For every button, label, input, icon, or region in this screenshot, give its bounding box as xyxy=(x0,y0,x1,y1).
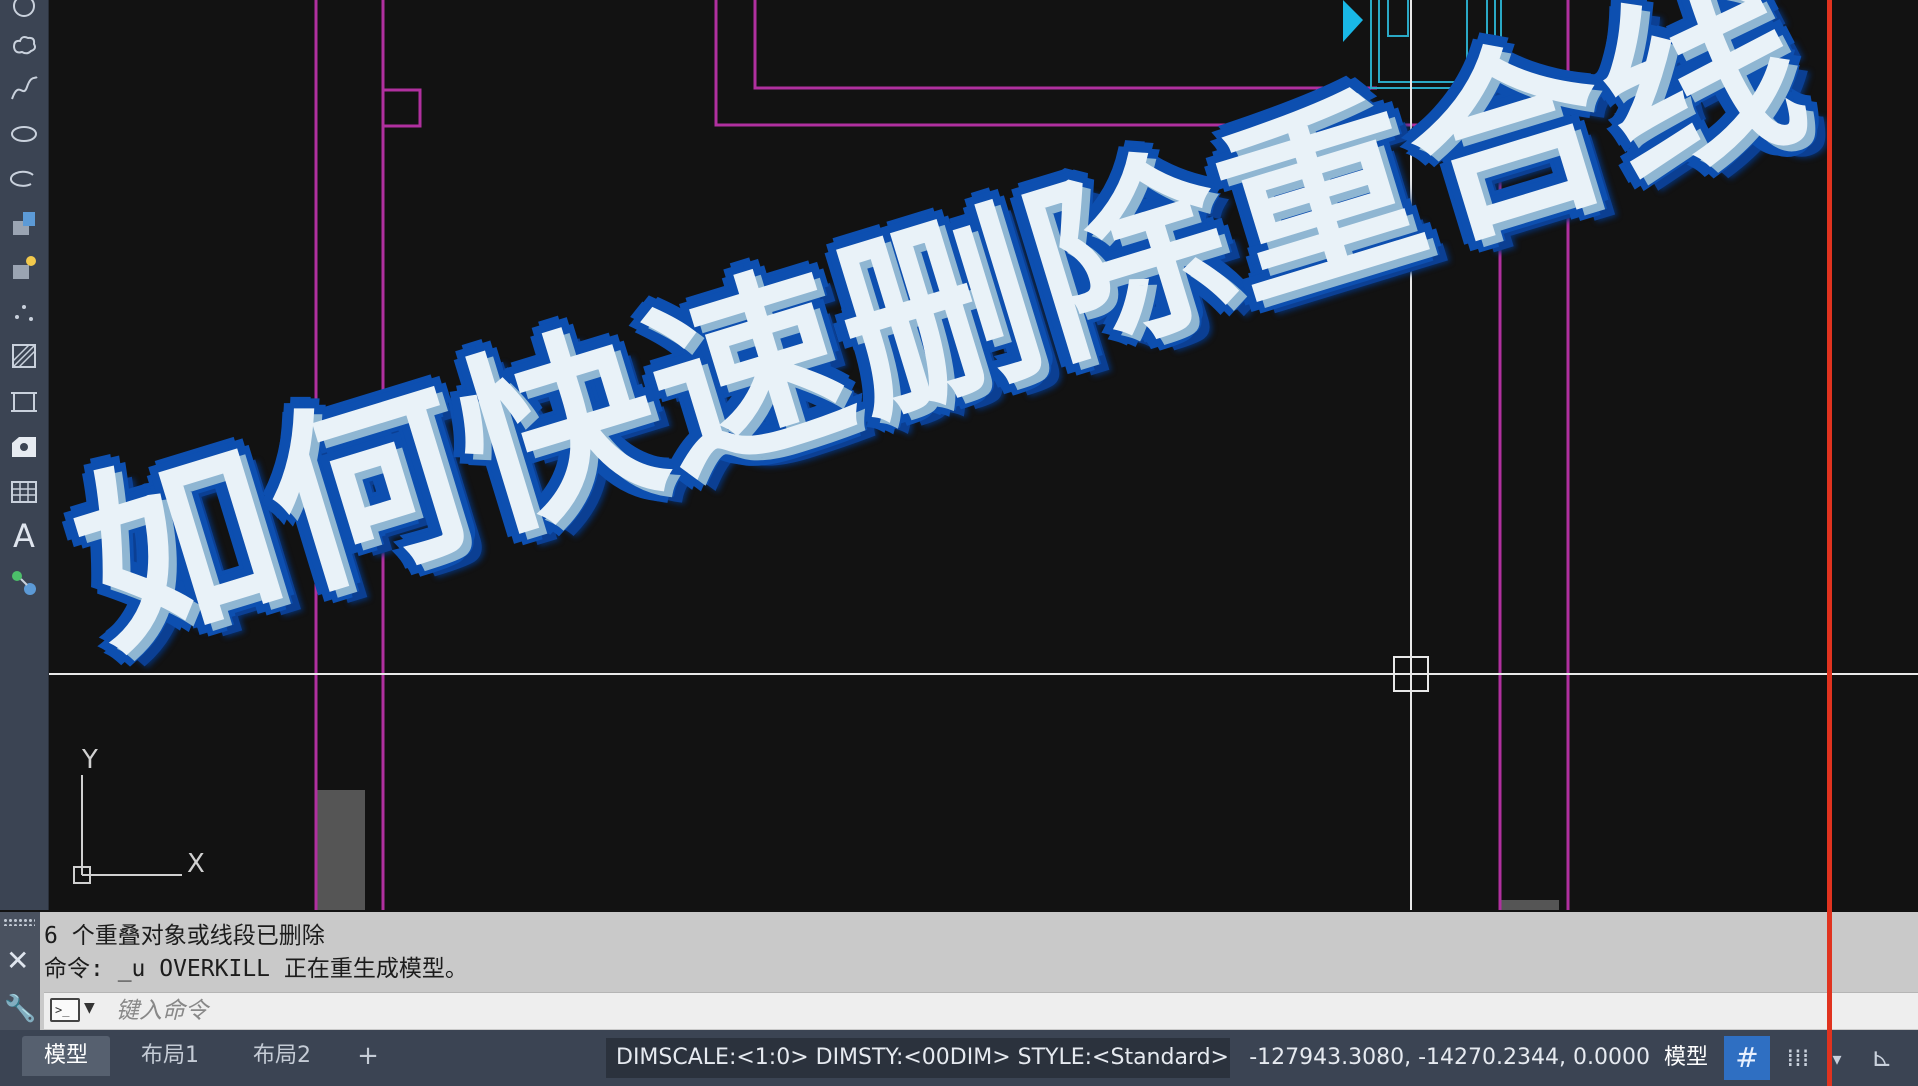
command-input-row: >_ ▼ xyxy=(44,992,1918,1029)
ellipse-icon[interactable] xyxy=(4,114,44,154)
tab-model[interactable]: 模型 xyxy=(22,1036,110,1076)
command-prompt-icon[interactable]: >_ xyxy=(50,998,80,1022)
close-icon[interactable]: ✕ xyxy=(6,944,29,977)
snap-icon[interactable]: ⁞⁞⁞ xyxy=(1778,1036,1818,1080)
draw-toolbar: A xyxy=(0,0,49,910)
wipeout-icon[interactable] xyxy=(4,428,44,468)
make-block-icon[interactable] xyxy=(4,248,44,288)
command-history-line: 命令: _u OVERKILL 正在重生成模型。 xyxy=(44,956,468,982)
ellipse-arc-icon[interactable] xyxy=(4,158,44,198)
ucs-x-label: X xyxy=(187,849,205,879)
hatch-icon[interactable] xyxy=(4,336,44,376)
tab-layout2[interactable]: 布局2 xyxy=(232,1036,332,1076)
add-layout-button[interactable]: + xyxy=(348,1036,388,1076)
command-input[interactable] xyxy=(114,995,1818,1027)
text-icon[interactable]: A xyxy=(4,516,44,556)
table-icon[interactable] xyxy=(4,472,44,512)
revcloud-icon[interactable] xyxy=(4,24,44,64)
cyan-block-line[interactable] xyxy=(1466,0,1488,67)
grid-icon[interactable]: # xyxy=(1724,1036,1770,1080)
command-history: 6 个重叠对象或线段已删除 命令: _u OVERKILL 正在重生成模型。 xyxy=(44,920,1914,986)
grip-icon[interactable] xyxy=(3,918,35,926)
coordinate-readout[interactable]: -127943.3080, -14270.2344, 0.0000 xyxy=(1240,1038,1650,1078)
wall-fill-left xyxy=(315,790,365,910)
cyan-block-line[interactable] xyxy=(1387,0,1409,37)
red-guide-line xyxy=(1827,0,1832,1086)
magenta-line[interactable] xyxy=(753,0,1377,90)
status-bar: 模型 布局1 布局2 + DIMSCALE:<1:0> DIMSTY:<00DI… xyxy=(0,1030,1918,1086)
drawing-canvas[interactable]: Y X xyxy=(49,0,1918,910)
grip-arrow[interactable] xyxy=(1343,0,1363,42)
ucs-y-label: Y xyxy=(81,745,98,775)
command-history-line: 6 个重叠对象或线段已删除 xyxy=(44,923,325,949)
model-space-button[interactable]: 模型 xyxy=(1664,1038,1708,1078)
command-line-handle[interactable]: ✕ 🔧 xyxy=(0,912,40,1030)
tab-layout1[interactable]: 布局1 xyxy=(120,1036,220,1076)
wall-fill-right xyxy=(1501,900,1559,910)
region-icon[interactable] xyxy=(4,382,44,422)
command-line-window: ✕ 🔧 6 个重叠对象或线段已删除 命令: _u OVERKILL 正在重生成模… xyxy=(0,912,1918,1030)
circle-icon[interactable] xyxy=(4,0,44,26)
ortho-icon[interactable]: ⊾ xyxy=(1860,1036,1904,1080)
magenta-line[interactable] xyxy=(714,0,1502,910)
cyan-block-line[interactable] xyxy=(1378,0,1496,83)
insert-block-icon[interactable] xyxy=(4,204,44,244)
cyan-block-line[interactable] xyxy=(1370,0,1502,89)
chevron-down-icon[interactable]: ▼ xyxy=(84,1000,95,1016)
magenta-small-box[interactable] xyxy=(381,88,422,128)
dimension-style-readout: DIMSCALE:<1:0> DIMSTY:<00DIM> STYLE:<Sta… xyxy=(606,1038,1230,1078)
point-icon[interactable] xyxy=(4,292,44,332)
add-selected-icon[interactable] xyxy=(4,562,44,602)
wrench-icon[interactable]: 🔧 xyxy=(4,994,36,1024)
spline-icon[interactable] xyxy=(4,68,44,108)
